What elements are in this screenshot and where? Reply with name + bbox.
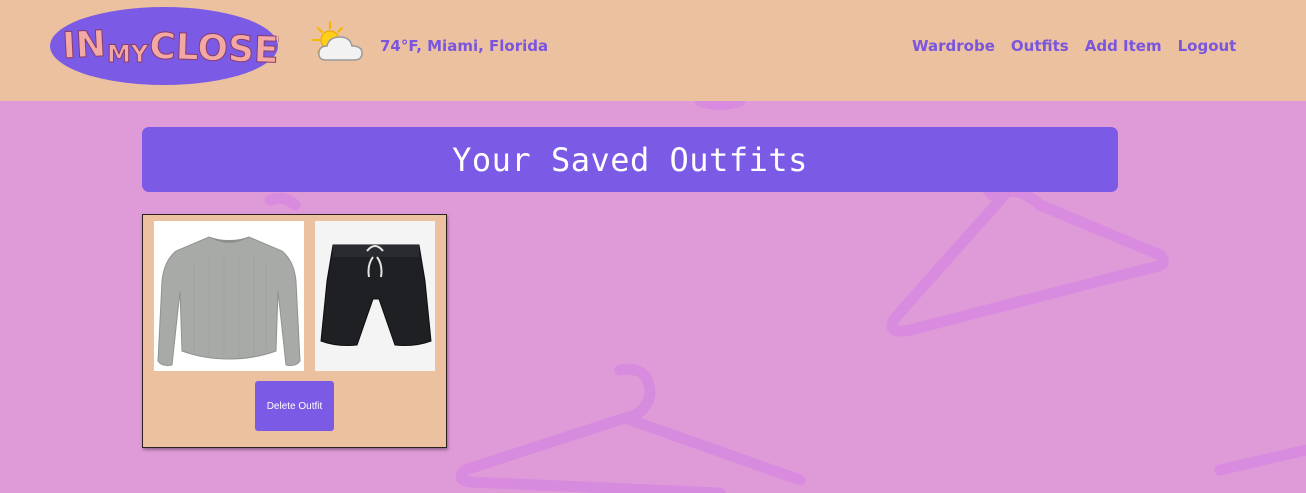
nav-wardrobe[interactable]: Wardrobe: [912, 37, 995, 55]
weather-text: 74°F, Miami, Florida: [380, 37, 549, 55]
nav-add-item[interactable]: Add Item: [1085, 37, 1162, 55]
delete-outfit-button[interactable]: Delete Outfit: [255, 381, 334, 431]
shorts-image: [315, 221, 435, 371]
sweater-image: [154, 221, 304, 371]
outfit-card: Delete Outfit: [142, 214, 447, 448]
in-my-closet-logo[interactable]: IN MY CLOSET: [49, 6, 279, 86]
partly-cloudy-icon: [311, 20, 363, 61]
svg-text:MY: MY: [107, 40, 149, 68]
top-navbar: IN MY CLOSET 74°F, Miami, Florida Wardro…: [0, 0, 1306, 101]
nav-logout[interactable]: Logout: [1178, 37, 1237, 55]
page-title: Your Saved Outfits: [452, 140, 808, 179]
svg-text:IN: IN: [61, 24, 107, 67]
page-title-banner: Your Saved Outfits: [142, 127, 1118, 192]
svg-text:CLOSET: CLOSET: [149, 26, 279, 72]
nav-outfits[interactable]: Outfits: [1011, 37, 1069, 55]
main-nav: Wardrobe Outfits Add Item Logout: [912, 37, 1236, 55]
